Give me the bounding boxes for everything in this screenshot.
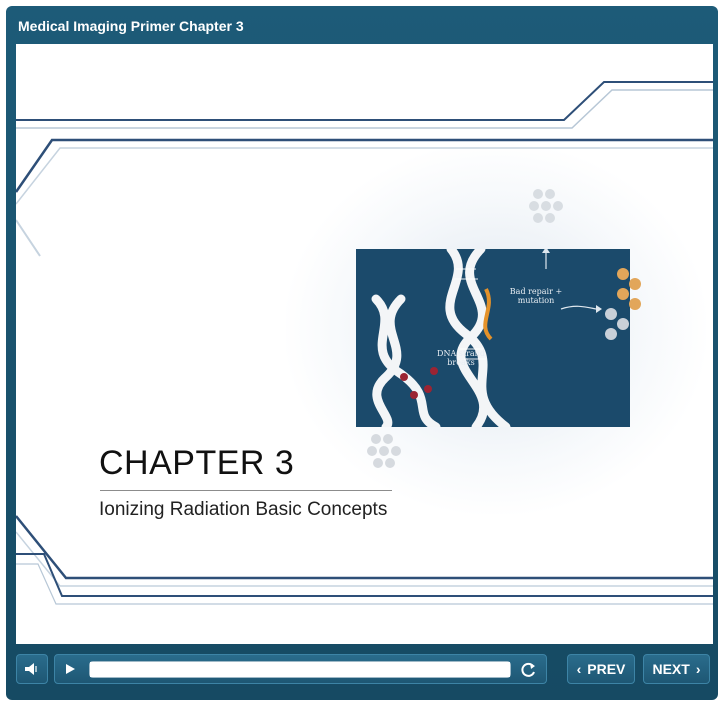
progress-fill [90,662,510,677]
slide-canvas: DNA strand breaks Bad repair + mutation [16,44,713,644]
cell-cluster-left [367,434,401,468]
prev-button-label: PREV [587,661,626,677]
window-title: Medical Imaging Primer Chapter 3 [18,18,244,34]
next-button-label: NEXT [652,661,690,677]
dna-illustration: DNA strand breaks Bad repair + mutation [356,244,630,432]
dna-strand-breaks-label: DNA strand breaks [437,349,485,367]
chevron-left-icon: ‹ [576,661,582,677]
heading-divider [100,490,392,491]
replay-button[interactable] [520,661,538,684]
volume-button[interactable] [16,654,48,684]
bad-repair-label: Bad repair + mutation [509,287,563,305]
next-button[interactable]: NEXT › [643,654,710,684]
dna-helix-graphic [371,244,602,432]
play-button[interactable] [63,662,77,681]
speaker-icon [25,663,37,675]
play-icon [66,664,75,674]
chapter-subheading: Ionizing Radiation Basic Concepts [99,499,388,520]
chapter-heading: CHAPTER 3 [99,444,295,482]
course-player: Medical Imaging Primer Chapter 3 DNA str… [6,6,718,700]
progress-control [54,654,547,684]
progress-bar[interactable] [89,661,511,678]
prev-button[interactable]: ‹ PREV [567,654,635,684]
cell-cluster-top [529,189,563,223]
cell-cluster-right [605,268,641,340]
playback-controls: ‹ PREV NEXT › [6,648,718,694]
replay-icon [521,662,535,677]
chevron-right-icon: › [695,661,701,677]
